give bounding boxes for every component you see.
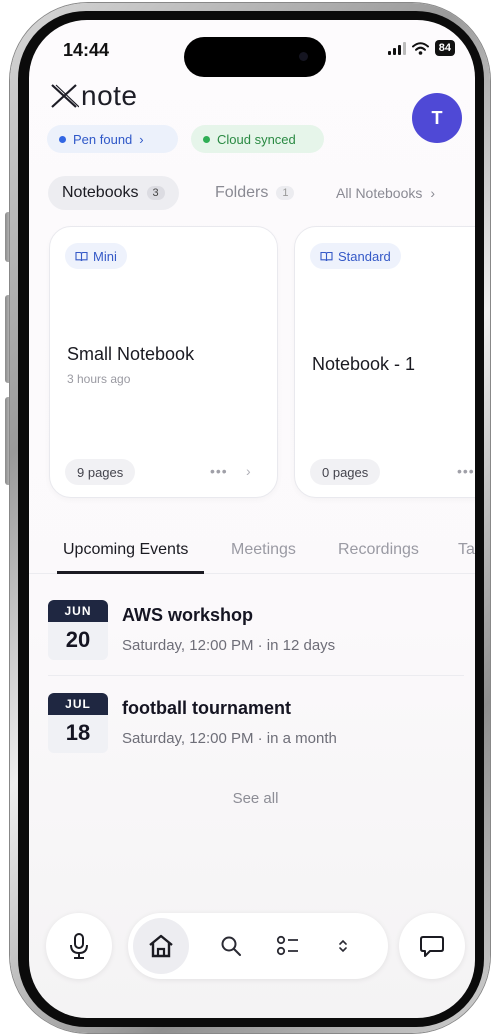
- status-icons: 84: [387, 40, 455, 56]
- more-icon[interactable]: •••: [457, 463, 475, 479]
- checklist-icon: [276, 935, 298, 956]
- event-month: JUN: [48, 600, 108, 622]
- tab-label: Folders: [215, 184, 269, 201]
- see-all-link[interactable]: See all: [29, 790, 475, 807]
- events-tab-bar: Upcoming Events Meetings Recordings Tas: [29, 525, 475, 574]
- home-icon: [149, 934, 173, 958]
- dynamic-island: [184, 37, 326, 77]
- search-icon: [221, 936, 241, 956]
- tab-meetings[interactable]: Meetings: [231, 541, 296, 559]
- notebook-title: Notebook - 1: [312, 354, 416, 374]
- nav-search-button[interactable]: [216, 931, 246, 961]
- battery-indicator: 84: [434, 40, 455, 56]
- chevron-right-icon[interactable]: ›: [246, 463, 251, 479]
- event-date: JUN 20: [48, 600, 108, 660]
- app-name: note: [81, 80, 138, 111]
- cloud-status-label: Cloud synced: [217, 131, 296, 147]
- pen-status-label: Pen found: [73, 131, 133, 147]
- event-item[interactable]: JUN 20 AWS workshop Saturday, 12:00 PM ·…: [48, 600, 464, 664]
- app-logo: note: [49, 80, 138, 112]
- tab-recordings[interactable]: Recordings: [338, 541, 419, 559]
- notebook-card[interactable]: Mini Small Notebook 3 hours ago 9 pages …: [49, 226, 278, 498]
- chevron-up-down-icon: [339, 939, 347, 953]
- more-icon[interactable]: •••: [210, 463, 228, 479]
- tab-tasks[interactable]: Tas: [458, 541, 475, 559]
- event-day: 18: [65, 720, 91, 745]
- pen-status-chip[interactable]: Pen found ›: [47, 125, 178, 153]
- notebook-type-tag: Mini: [65, 243, 127, 269]
- link-label: All Notebooks: [336, 185, 423, 201]
- mic-button[interactable]: [46, 913, 112, 979]
- tag-label: Standard: [338, 248, 391, 264]
- page-count: 9 pages: [65, 459, 136, 485]
- app-screen: 14:44 84 note T Pen found › Cloud synced…: [29, 20, 475, 1018]
- notebook-type-tag: Standard: [310, 243, 401, 269]
- status-time: 14:44: [63, 40, 110, 60]
- book-icon: [320, 251, 333, 261]
- notebook-card[interactable]: Standard Notebook - 1 0 pages •••: [294, 226, 475, 498]
- event-day: 20: [65, 627, 91, 652]
- nav-expand-button[interactable]: [328, 931, 358, 961]
- tab-folders[interactable]: Folders 1: [215, 176, 295, 210]
- signal-icon: [387, 41, 406, 55]
- chat-button[interactable]: [399, 913, 465, 979]
- count-badge: 1: [276, 186, 295, 200]
- status-dot: [59, 135, 66, 143]
- tab-label: Notebooks: [62, 184, 139, 201]
- event-date: JUL 18: [48, 693, 108, 753]
- wifi-icon: [411, 41, 429, 55]
- nav-tasks-button[interactable]: [273, 931, 303, 961]
- event-title: AWS workshop: [122, 605, 254, 625]
- divider: [48, 675, 464, 676]
- bottom-navigation: [128, 913, 388, 979]
- camera-dot: [299, 52, 308, 61]
- active-tab-indicator: [57, 571, 204, 574]
- device-frame: 14:44 84 note T Pen found › Cloud synced…: [0, 0, 491, 1036]
- chat-bubble-icon: [420, 936, 444, 957]
- tab-upcoming-events[interactable]: Upcoming Events: [63, 541, 188, 559]
- nav-home-button[interactable]: [133, 918, 189, 974]
- event-title: football tournament: [122, 698, 291, 718]
- notebook-title: Small Notebook: [67, 344, 195, 364]
- event-time: Saturday, 12:00 PM · in 12 days: [122, 637, 336, 654]
- notebook-updated: 3 hours ago: [67, 372, 131, 386]
- event-item[interactable]: JUL 18 football tournament Saturday, 12:…: [48, 693, 464, 757]
- chevron-right-icon: ›: [139, 131, 144, 147]
- all-notebooks-link[interactable]: All Notebooks ›: [336, 176, 435, 210]
- mic-icon: [70, 933, 88, 959]
- page-count: 0 pages: [310, 459, 381, 485]
- event-time: Saturday, 12:00 PM · in a month: [122, 730, 337, 747]
- chevron-right-icon: ›: [430, 185, 436, 201]
- book-icon: [75, 251, 88, 261]
- logo-x-mark: [51, 84, 79, 108]
- user-avatar[interactable]: T: [412, 93, 462, 143]
- tag-label: Mini: [93, 248, 117, 264]
- status-dot: [203, 135, 210, 143]
- event-month: JUL: [48, 693, 108, 715]
- count-badge: 3: [146, 186, 165, 200]
- cloud-status-chip[interactable]: Cloud synced: [191, 125, 324, 153]
- tab-notebooks[interactable]: Notebooks 3: [48, 176, 179, 210]
